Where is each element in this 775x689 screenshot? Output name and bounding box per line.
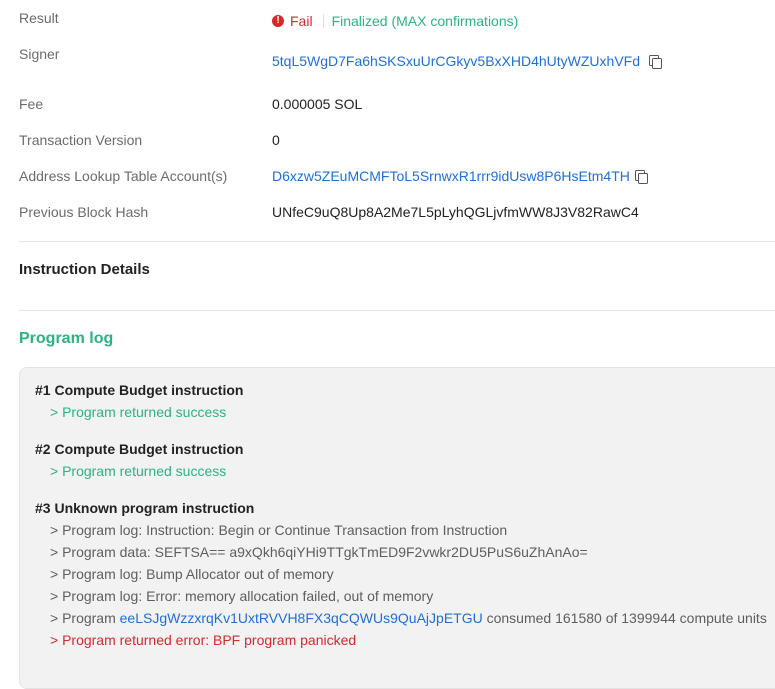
log-line: > Program data: SEFTSA== a9xQkh6qiYHi9TT…	[50, 544, 588, 560]
log-line: > Program log: Error: memory allocation …	[50, 588, 434, 604]
log-line-success: > Program returned success	[50, 463, 227, 479]
instruction-title: #1 Compute Budget instruction	[35, 382, 244, 398]
lookup-label: Address Lookup Table Account(s)	[19, 168, 228, 184]
signer-link[interactable]: 5tqL5WgD7Fa6hSKSxuUrCGkyv5BxXHD4hUtyWZUx…	[272, 53, 640, 69]
program-log-title: Program log	[19, 330, 114, 347]
fee-label: Fee	[19, 96, 44, 112]
status-divider	[322, 14, 324, 28]
log-line-consumed: > Program eeLSJgWzzxrqKv1UxtRVVH8FX3qCQW…	[50, 610, 767, 626]
copy-icon[interactable]	[634, 170, 648, 184]
log-line-success: > Program returned success	[50, 404, 227, 420]
copy-icon[interactable]	[649, 55, 663, 69]
log-line: > Program log: Instruction: Begin or Con…	[50, 522, 508, 538]
divider	[19, 310, 775, 311]
lookup-link[interactable]: D6xzw5ZEuMCMFToL5SrnwxR1rrr9idUsw8P6HsEt…	[272, 168, 630, 184]
instruction-title: #2 Compute Budget instruction	[35, 441, 244, 457]
version-label: Transaction Version	[19, 132, 143, 148]
result-label: Result	[19, 10, 59, 26]
fee-value: 0.000005 SOL	[272, 96, 363, 112]
version-value: 0	[272, 132, 280, 148]
log-line-error: > Program returned error: BPF program pa…	[50, 632, 357, 648]
signer-value: 5tqL5WgD7Fa6hSKSxuUrCGkyv5BxXHD4hUtyWZUx…	[272, 53, 663, 69]
error-circle-icon: !	[272, 15, 284, 27]
consumed-suffix: consumed 161580 of 1399944 compute units	[486, 610, 767, 626]
log-line: > Program log: Bump Allocator out of mem…	[50, 566, 334, 582]
instruction-details-title: Instruction Details	[19, 261, 150, 278]
status-fail: Fail	[290, 13, 313, 29]
blockhash-label: Previous Block Hash	[19, 204, 149, 220]
program-address-link[interactable]: eeLSJgWzzxrqKv1UxtRVVH8FX3qCQWUs9QuAjJpE…	[120, 610, 483, 626]
lookup-value: D6xzw5ZEuMCMFToL5SrnwxR1rrr9idUsw8P6HsEt…	[272, 168, 648, 184]
result-value: ! Fail Finalized (MAX confirmations)	[272, 10, 518, 29]
divider	[19, 241, 775, 242]
signer-label: Signer	[19, 46, 60, 62]
instruction-title: #3 Unknown program instruction	[35, 500, 255, 516]
blockhash-value: UNfeC9uQ8Up8A2Me7L5pLyhQGLjvfmWW8J3V82Ra…	[272, 204, 639, 220]
consumed-prefix: > Program	[50, 610, 116, 626]
status-finalized: Finalized (MAX confirmations)	[331, 13, 519, 29]
